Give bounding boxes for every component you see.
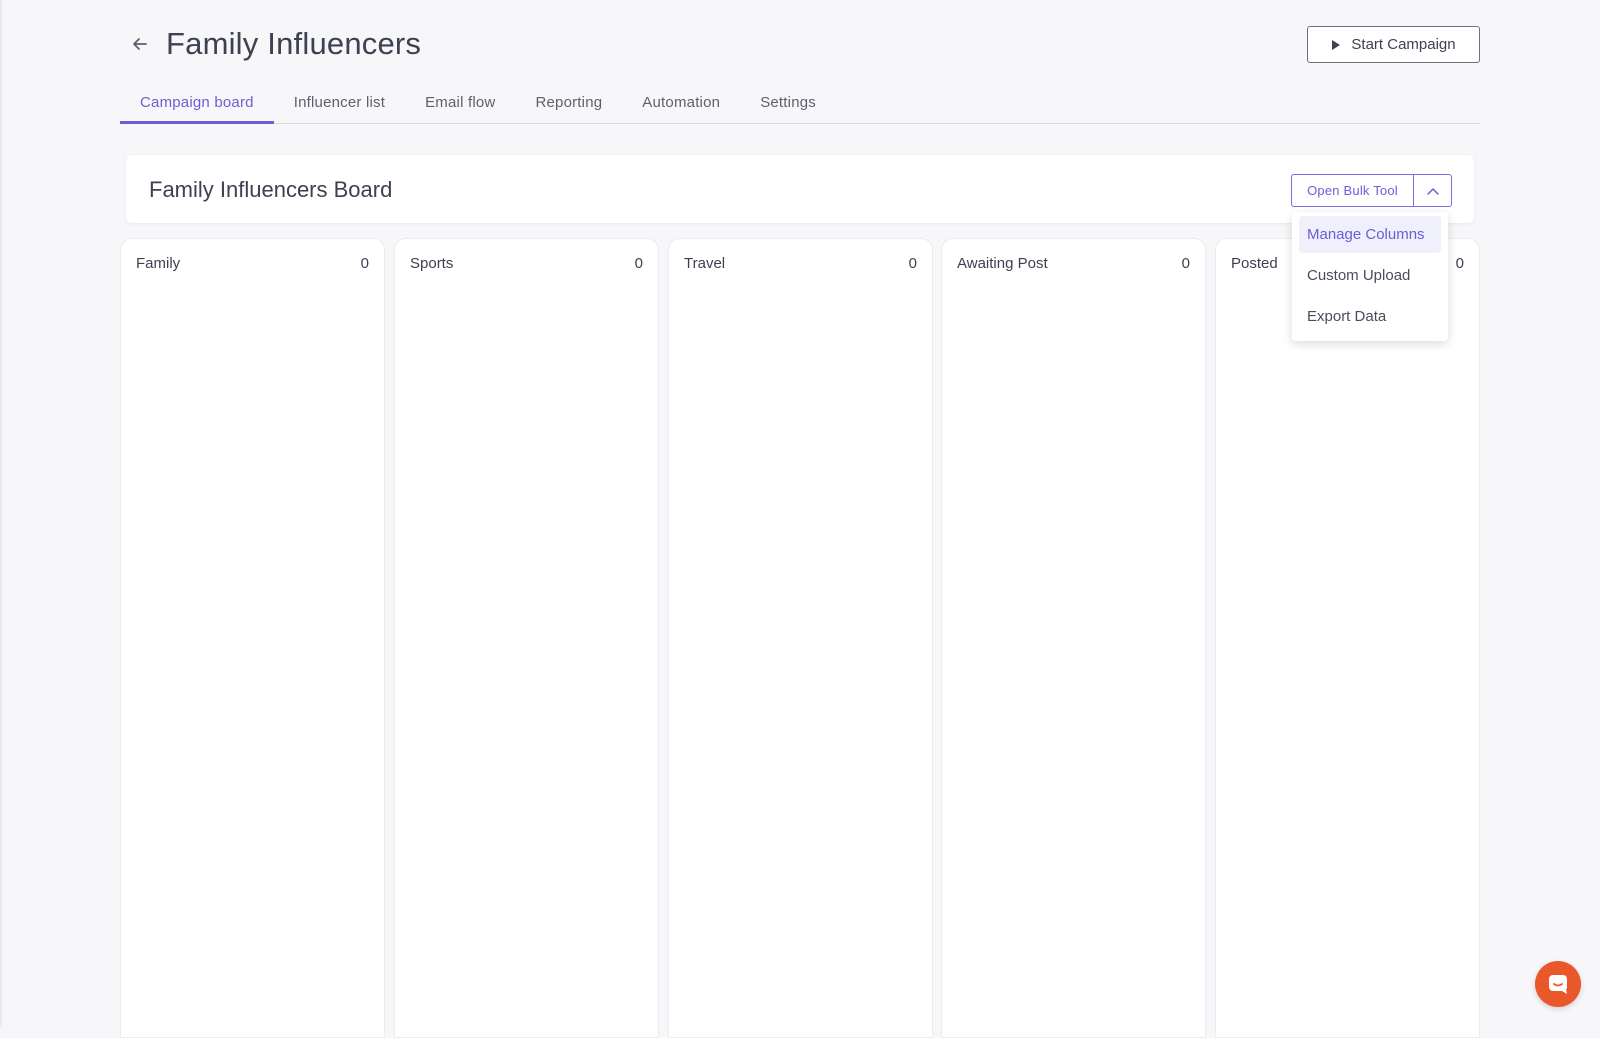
tab-influencer-list[interactable]: Influencer list [274, 88, 405, 124]
column-title: Posted [1231, 255, 1278, 272]
column-count: 0 [1455, 255, 1464, 272]
column-title: Travel [684, 255, 726, 272]
board-header-card: Family Influencers Board Open Bulk Tool [126, 155, 1474, 223]
column-title: Sports [410, 255, 454, 272]
board-title: Family Influencers Board [149, 177, 393, 202]
tab-email-flow[interactable]: Email flow [405, 88, 515, 124]
open-bulk-tool-button[interactable]: Open Bulk Tool [1292, 175, 1413, 206]
page-title: Family Influencers [166, 26, 422, 61]
column-title: Awaiting Post [957, 255, 1048, 272]
tab-automation[interactable]: Automation [622, 88, 740, 124]
menu-item-export-data[interactable]: Export Data [1299, 298, 1441, 335]
board-column-travel[interactable]: Travel 0 [668, 238, 933, 1038]
menu-item-custom-upload[interactable]: Custom Upload [1299, 257, 1441, 294]
board-column-awaiting-post[interactable]: Awaiting Post 0 [941, 238, 1206, 1038]
chevron-up-icon [1426, 187, 1439, 195]
bulk-tool-dropdown-menu: Manage Columns Custom Upload Export Data [1292, 212, 1448, 341]
menu-item-manage-columns[interactable]: Manage Columns [1299, 216, 1441, 253]
column-count: 0 [360, 255, 369, 272]
board-column-posted[interactable]: Posted 0 [1215, 238, 1480, 1038]
board-column-family[interactable]: Family 0 [120, 238, 385, 1038]
board-column-sports[interactable]: Sports 0 [394, 238, 659, 1038]
tab-bar: Campaign board Influencer list Email flo… [120, 88, 1480, 124]
start-campaign-button[interactable]: Start Campaign [1307, 26, 1480, 63]
page-header: Family Influencers Start Campaign [120, 22, 1480, 68]
bulk-tool-dropdown-toggle[interactable] [1413, 175, 1451, 206]
back-button[interactable] [128, 32, 152, 56]
tab-reporting[interactable]: Reporting [515, 88, 622, 124]
chat-icon [1549, 975, 1567, 994]
tab-settings[interactable]: Settings [740, 88, 836, 124]
column-title: Family [136, 255, 181, 272]
column-count: 0 [1181, 255, 1190, 272]
play-icon [1332, 39, 1341, 50]
left-edge-divider [0, 0, 2, 1027]
column-count: 0 [908, 255, 917, 272]
column-count: 0 [634, 255, 643, 272]
tab-campaign-board[interactable]: Campaign board [120, 88, 274, 124]
chat-launcher-button[interactable] [1535, 961, 1581, 1007]
arrow-left-icon [133, 38, 147, 50]
board-columns: Family 0 Sports 0 Travel 0 Awaiting Post… [120, 238, 1480, 1038]
bulk-tool-button-group: Open Bulk Tool [1291, 174, 1452, 207]
start-campaign-label: Start Campaign [1351, 36, 1456, 53]
